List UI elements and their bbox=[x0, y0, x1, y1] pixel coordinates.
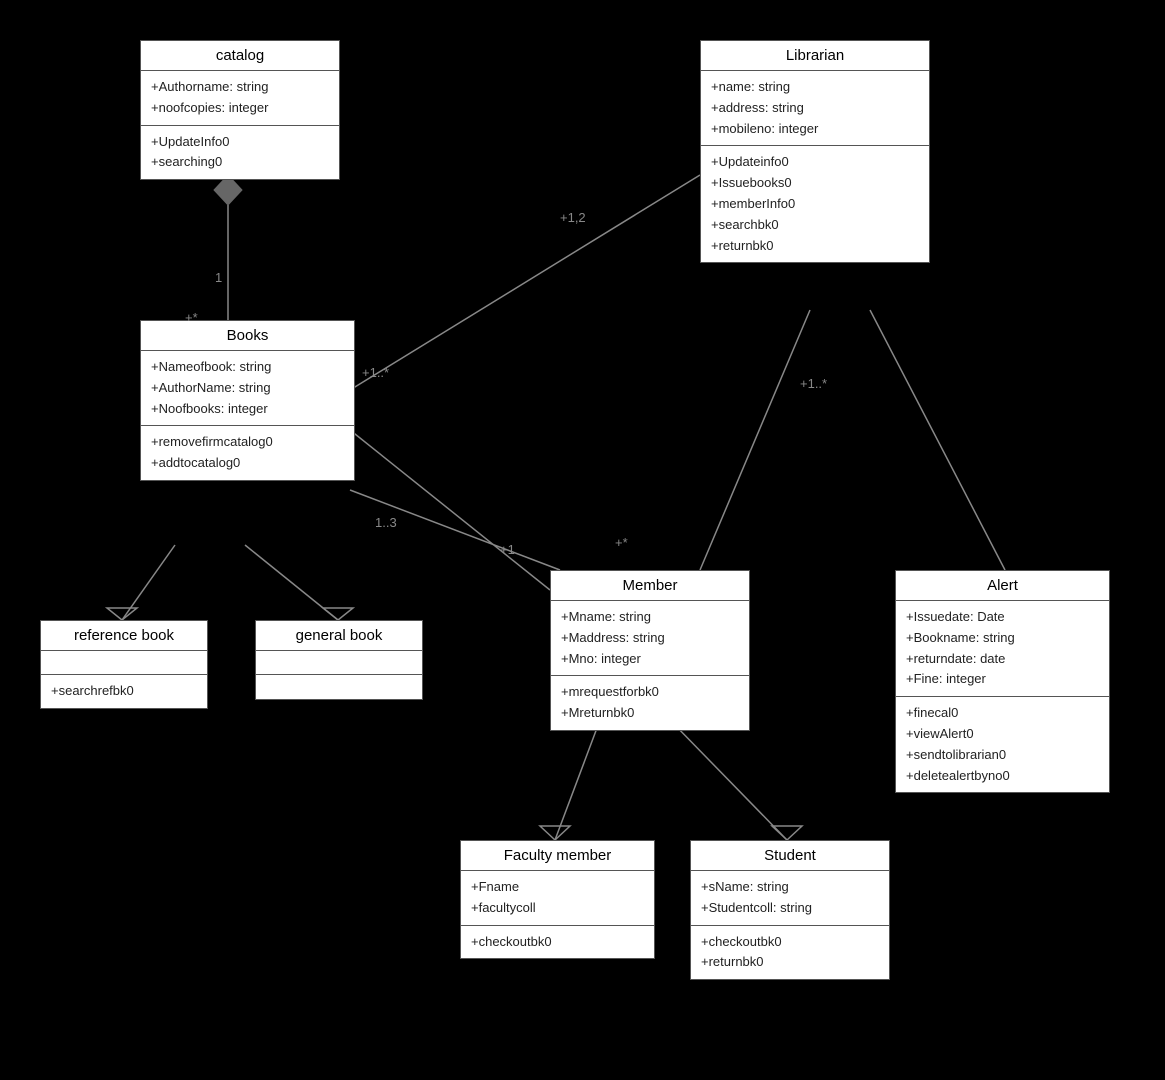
label-plus-star-2: +* bbox=[615, 535, 628, 550]
label-1-3: 1..3 bbox=[375, 515, 397, 530]
label-plus-1-star-2: +1..* bbox=[800, 376, 827, 391]
label-plus-1: +1 bbox=[500, 542, 515, 557]
alert-box: Alert +Issuedate: Date +Bookname: string… bbox=[895, 570, 1110, 793]
faculty-member-attributes: +Fname +facultycoll bbox=[461, 871, 654, 926]
label-1: 1 bbox=[215, 270, 222, 285]
librarian-box: Librarian +name: string +address: string… bbox=[700, 40, 930, 263]
faculty-member-title: Faculty member bbox=[461, 841, 654, 871]
label-plus-1-star-1: +1..* bbox=[362, 365, 389, 380]
librarian-title: Librarian bbox=[701, 41, 929, 71]
student-box: Student +sName: string +Studentcoll: str… bbox=[690, 840, 890, 980]
books-attributes: +Nameofbook: string +AuthorName: string … bbox=[141, 351, 354, 426]
member-box: Member +Mname: string +Maddress: string … bbox=[550, 570, 750, 731]
member-title: Member bbox=[551, 571, 749, 601]
faculty-member-methods: +checkoutbk0 bbox=[461, 926, 654, 959]
alert-methods: +finecal0 +viewAlert0 +sendtolibrarian0 … bbox=[896, 697, 1109, 792]
reference-book-title: reference book bbox=[41, 621, 207, 651]
general-book-box: general book bbox=[255, 620, 423, 700]
catalog-title: catalog bbox=[141, 41, 339, 71]
member-attributes: +Mname: string +Maddress: string +Mno: i… bbox=[551, 601, 749, 676]
librarian-methods: +Updateinfo0 +Issuebooks0 +memberInfo0 +… bbox=[701, 146, 929, 262]
books-methods: +removefirmcatalog0 +addtocatalog0 bbox=[141, 426, 354, 480]
reference-book-attributes bbox=[41, 651, 207, 675]
label-plus-1-2: +1,2 bbox=[560, 210, 586, 225]
member-methods: +mrequestforbk0 +Mreturnbk0 bbox=[551, 676, 749, 730]
label-plus-star-1: +* bbox=[185, 310, 198, 325]
alert-title: Alert bbox=[896, 571, 1109, 601]
student-methods: +checkoutbk0 +returnbk0 bbox=[691, 926, 889, 980]
reference-book-methods: +searchrefbk0 bbox=[41, 675, 207, 708]
catalog-attributes: +Authorname: string +noofcopies: integer bbox=[141, 71, 339, 126]
books-box: Books +Nameofbook: string +AuthorName: s… bbox=[140, 320, 355, 481]
catalog-methods: +UpdateInfo0 +searching0 bbox=[141, 126, 339, 180]
uml-diagram: catalog +Authorname: string +noofcopies:… bbox=[0, 0, 1165, 1080]
librarian-attributes: +name: string +address: string +mobileno… bbox=[701, 71, 929, 146]
general-book-title: general book bbox=[256, 621, 422, 651]
student-attributes: +sName: string +Studentcoll: string bbox=[691, 871, 889, 926]
student-title: Student bbox=[691, 841, 889, 871]
faculty-member-box: Faculty member +Fname +facultycoll +chec… bbox=[460, 840, 655, 959]
alert-attributes: +Issuedate: Date +Bookname: string +retu… bbox=[896, 601, 1109, 697]
general-book-attributes bbox=[256, 651, 422, 675]
books-title: Books bbox=[141, 321, 354, 351]
catalog-box: catalog +Authorname: string +noofcopies:… bbox=[140, 40, 340, 180]
reference-book-box: reference book +searchrefbk0 bbox=[40, 620, 208, 709]
general-book-methods bbox=[256, 675, 422, 699]
